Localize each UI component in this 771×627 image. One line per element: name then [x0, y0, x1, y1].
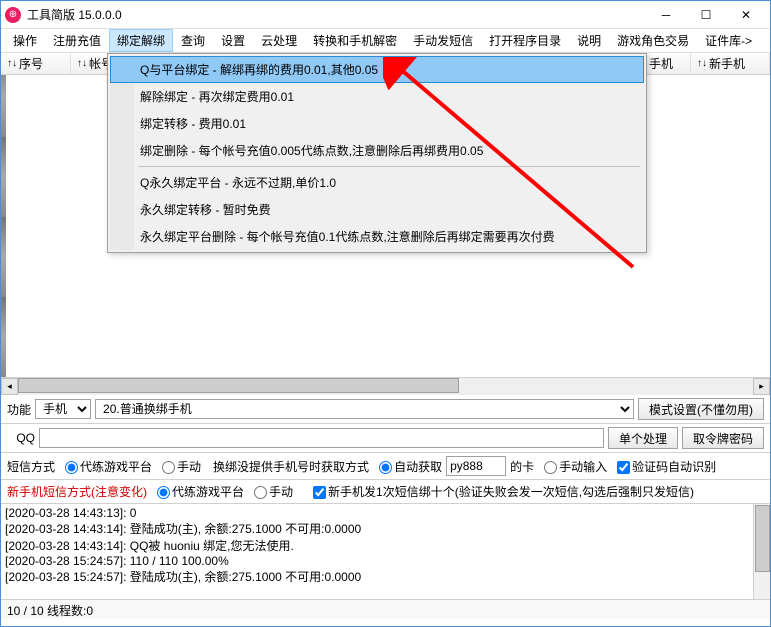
col-newphone[interactable]: ↑↓新手机 [691, 53, 770, 74]
sms-radio-manual[interactable] [162, 461, 175, 474]
newphone-row: 新手机短信方式(注意变化) 代练游戏平台 手动 新手机发1次短信绑十个(验证失败… [1, 479, 770, 503]
left-edge-strip [1, 75, 6, 377]
func-label: 功能 [7, 401, 31, 418]
menu-cert-lib[interactable]: 证件库-> [697, 29, 760, 52]
function-row: 功能 手机 20.普通换绑手机 模式设置(不懂勿用) [1, 394, 770, 423]
sms-opt-manual-input[interactable]: 手动输入 [538, 458, 607, 475]
menu-bind-unbind[interactable]: 绑定解绑 [109, 29, 173, 52]
sms-opt-manual[interactable]: 手动 [156, 458, 201, 475]
menu-manual-sms[interactable]: 手动发短信 [405, 29, 481, 52]
sms-radio-auto[interactable] [379, 461, 392, 474]
newphone-radio-manual[interactable] [254, 486, 267, 499]
status-text: 10 / 10 线程数:0 [7, 604, 93, 618]
dd-bind-transfer[interactable]: 绑定转移 - 费用0.01 [110, 110, 644, 137]
menu-open-dir[interactable]: 打开程序目录 [481, 29, 569, 52]
log-line: [2020-03-28 15:24:57]: 登陆成功(主), 余额:275.1… [5, 568, 766, 585]
func-select-type[interactable]: 手机 [35, 399, 91, 419]
dd-perm-delete[interactable]: 永久绑定平台删除 - 每个帐号充值0.1代练点数,注意删除后再绑定需要再次付费 [110, 223, 644, 250]
func-select-action[interactable]: 20.普通换绑手机 [95, 399, 634, 419]
qq-row: QQ 单个处理 取令牌密码 [1, 423, 770, 452]
sms-radio-platform[interactable] [65, 461, 78, 474]
sms-row: 短信方式 代练游戏平台 手动 换绑没提供手机号时获取方式 自动获取 的卡 手动输… [1, 452, 770, 479]
sms-checkbox-captcha[interactable] [617, 461, 630, 474]
minimize-button[interactable]: ─ [646, 1, 686, 29]
menu-settings[interactable]: 设置 [213, 29, 253, 52]
dd-unbind[interactable]: 解除绑定 - 再次绑定费用0.01 [110, 83, 644, 110]
newphone-label: 新手机短信方式(注意变化) [7, 483, 147, 500]
newphone-opt-platform[interactable]: 代练游戏平台 [151, 483, 244, 500]
col-seq[interactable]: ↑↓↑↓序号序号 [1, 53, 71, 74]
menubar: 操作 注册充值 绑定解绑 查询 设置 云处理 转换和手机解密 手动发短信 打开程… [1, 29, 770, 53]
mode-settings-button[interactable]: 模式设置(不懂勿用) [638, 398, 764, 420]
menu-help[interactable]: 说明 [569, 29, 609, 52]
menu-game-trade[interactable]: 游戏角色交易 [609, 29, 697, 52]
dd-q-perm-bind[interactable]: Q永久绑定平台 - 永远不过期,单价1.0 [110, 169, 644, 196]
sms-fetch-label: 换绑没提供手机号时获取方式 [213, 458, 369, 475]
menu-convert[interactable]: 转换和手机解密 [305, 29, 405, 52]
newphone-checkbox-once[interactable] [313, 486, 326, 499]
get-token-pwd-button[interactable]: 取令牌密码 [682, 427, 764, 449]
scroll-track[interactable] [18, 378, 753, 395]
bind-unbind-dropdown: Q与平台绑定 - 解绑再绑的费用0.01,其他0.05 解除绑定 - 再次绑定费… [107, 53, 647, 253]
single-process-button[interactable]: 单个处理 [608, 427, 678, 449]
statusbar: 10 / 10 线程数:0 [1, 599, 770, 619]
log-line: [2020-03-28 14:43:14]: 登陆成功(主), 余额:275.1… [5, 520, 766, 537]
scroll-left-button[interactable]: ◂ [1, 378, 18, 395]
log-line: [2020-03-28 14:43:14]: QQ被 huoniu 绑定,您无法… [5, 537, 766, 554]
sms-card-input[interactable] [446, 456, 506, 476]
qq-input[interactable] [39, 428, 604, 448]
menu-register[interactable]: 注册充值 [45, 29, 109, 52]
log-area[interactable]: [2020-03-28 14:43:13]: 0 [2020-03-28 14:… [1, 503, 770, 599]
log-line: [2020-03-28 15:24:57]: 110 / 110 100.00% [5, 554, 766, 568]
menu-cloud[interactable]: 云处理 [253, 29, 305, 52]
titlebar: ⊕ 工具简版 15.0.0.0 ─ ☐ ✕ [1, 1, 770, 29]
scroll-right-button[interactable]: ▸ [753, 378, 770, 395]
newphone-chk-once[interactable]: 新手机发1次短信绑十个(验证失败会发一次短信,勾选后强制只发短信) [307, 483, 694, 500]
log-scroll-thumb[interactable] [755, 505, 770, 572]
window-title: 工具简版 15.0.0.0 [27, 6, 646, 23]
sms-label: 短信方式 [7, 458, 55, 475]
close-button[interactable]: ✕ [726, 1, 766, 29]
sms-chk-captcha[interactable]: 验证码自动识别 [611, 458, 716, 475]
dd-q-platform-bind[interactable]: Q与平台绑定 - 解绑再绑的费用0.01,其他0.05 [110, 56, 644, 83]
h-scrollbar[interactable]: ◂ ▸ [1, 377, 770, 394]
sms-card-label: 的卡 [510, 458, 534, 475]
newphone-radio-platform[interactable] [157, 486, 170, 499]
dd-perm-transfer[interactable]: 永久绑定转移 - 暂时免费 [110, 196, 644, 223]
app-icon: ⊕ [5, 7, 21, 23]
dd-bind-delete[interactable]: 绑定删除 - 每个帐号充值0.005代练点数,注意删除后再绑费用0.05 [110, 137, 644, 164]
menu-query[interactable]: 查询 [173, 29, 213, 52]
newphone-opt-manual[interactable]: 手动 [248, 483, 293, 500]
sms-opt-platform[interactable]: 代练游戏平台 [59, 458, 152, 475]
dropdown-separator [138, 166, 640, 167]
qq-label: QQ [7, 431, 35, 445]
log-line: [2020-03-28 14:43:13]: 0 [5, 506, 766, 520]
scroll-thumb[interactable] [18, 378, 459, 393]
sms-opt-auto[interactable]: 自动获取 [373, 458, 442, 475]
menu-operation[interactable]: 操作 [5, 29, 45, 52]
log-v-scrollbar[interactable] [753, 504, 770, 599]
maximize-button[interactable]: ☐ [686, 1, 726, 29]
sms-radio-manual-input[interactable] [544, 461, 557, 474]
